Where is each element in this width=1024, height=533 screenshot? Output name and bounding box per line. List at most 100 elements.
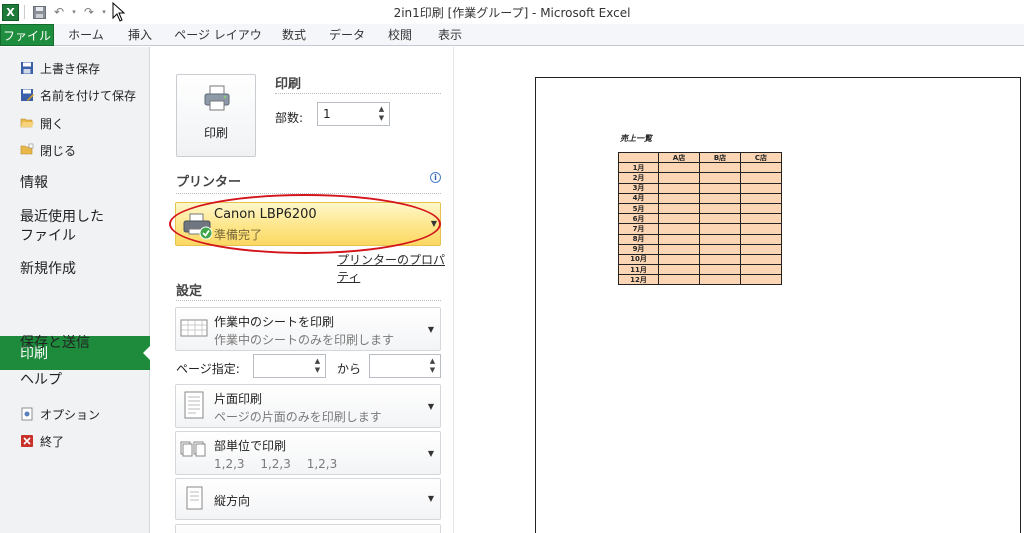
pages-label: ページ指定: <box>176 362 240 376</box>
print-section-title: 印刷 <box>275 77 302 92</box>
table-header-row: A店 B店 C店 <box>618 151 782 164</box>
save-icon <box>21 62 33 74</box>
header-cell: B店 <box>699 151 741 164</box>
table-cell <box>740 182 782 194</box>
nav-exit[interactable]: 終了 <box>20 432 64 450</box>
table-row: 2月 <box>618 172 782 184</box>
table-cell <box>740 253 782 266</box>
portrait-icon <box>186 486 203 510</box>
nav-options[interactable]: オプション <box>20 405 100 423</box>
nav-new[interactable]: 新規作成 <box>20 260 76 279</box>
nav-info[interactable]: 情報 <box>20 174 48 193</box>
print-sides-dropdown[interactable]: 片面印刷 ページの片面のみを印刷します ▼ <box>175 384 441 428</box>
table-cell <box>658 223 700 235</box>
nav-recent[interactable]: 最近使用した ファイル <box>20 208 104 246</box>
table-cell <box>699 274 741 286</box>
chevron-down-icon: ▼ <box>427 325 434 334</box>
table-cell <box>699 253 741 266</box>
print-settings-panel: 印刷 印刷 部数: 1 ▲ ▼ プリンター i Canon LBP6200 準備完… <box>151 47 454 533</box>
table-row: 5月 <box>618 202 782 215</box>
paper-size-dropdown[interactable] <box>175 524 441 533</box>
header-cell: A店 <box>658 151 700 164</box>
single-sided-icon <box>184 391 204 419</box>
backstage-nav: 上書き保存 名前を付けて保存 開く 閉じる 情報 最近使用した ファイル 新規作… <box>0 47 151 533</box>
month-cell: 7月 <box>618 223 659 235</box>
collate-dropdown[interactable]: 部単位で印刷 1,2,3 1,2,3 1,2,3 ▼ <box>175 431 441 475</box>
header-cell: C店 <box>740 151 782 164</box>
month-cell: 5月 <box>618 202 659 215</box>
table-cell <box>658 192 700 204</box>
tab-formulas[interactable]: 数式 <box>274 24 314 46</box>
nav-options-label: オプション <box>40 407 101 422</box>
table-row: 10月 <box>618 253 782 266</box>
annotation-ellipse <box>169 194 441 254</box>
tab-home[interactable]: ホーム <box>62 24 110 46</box>
table-cell <box>699 172 741 184</box>
copies-stepper[interactable]: 1 ▲ ▼ <box>317 102 390 126</box>
print-button[interactable]: 印刷 <box>176 74 256 157</box>
table-cell <box>740 223 782 235</box>
stepper-arrows-icon[interactable]: ▲ ▼ <box>427 357 438 375</box>
tab-page-layout[interactable]: ページ レイアウト <box>170 24 266 64</box>
tab-review[interactable]: 校閲 <box>380 24 420 46</box>
print-button-label: 印刷 <box>203 126 228 140</box>
printer-icon <box>204 85 230 111</box>
stepper-arrows-icon[interactable]: ▲ ▼ <box>312 357 323 375</box>
month-cell: 2月 <box>618 172 659 184</box>
sheet-title: 売上一覧 <box>620 134 652 143</box>
nav-exit-label: 終了 <box>40 434 65 449</box>
table-cell <box>699 233 741 245</box>
exit-icon <box>21 435 33 447</box>
nav-save-send[interactable]: 保存と送信 <box>20 334 90 353</box>
month-cell: 10月 <box>618 253 659 266</box>
copies-value: 1 <box>323 107 331 121</box>
table-cell <box>699 162 741 174</box>
table-row: 12月 <box>618 274 782 286</box>
divider <box>275 93 441 94</box>
sheet-grid-icon <box>180 319 208 337</box>
tab-insert[interactable]: 挿入 <box>118 24 162 46</box>
table-cell <box>658 253 700 266</box>
table-cell <box>740 192 782 204</box>
close-folder-icon <box>20 143 34 155</box>
orientation-dropdown[interactable]: 縦方向 ▼ <box>175 478 441 520</box>
selected-arrow-icon <box>143 345 151 361</box>
title-bar: X ↶ ▾ ↷ ▾ 2in1印刷 [作業グループ] - Microsoft Ex… <box>0 0 1024 24</box>
nav-open-label: 開く <box>40 116 65 131</box>
window-title: 2in1印刷 [作業グループ] - Microsoft Excel <box>393 6 631 20</box>
collate-desc: 1,2,3 1,2,3 1,2,3 <box>214 457 338 471</box>
tab-data[interactable]: データ <box>322 24 372 46</box>
month-cell: 6月 <box>618 213 659 225</box>
pages-to-input[interactable]: ▲ ▼ <box>369 354 441 378</box>
nav-save[interactable]: 上書き保存 <box>20 59 100 77</box>
nav-help[interactable]: ヘルプ <box>20 371 62 390</box>
table-cell <box>699 192 741 204</box>
nav-close[interactable]: 閉じる <box>20 141 76 159</box>
tab-view[interactable]: 表示 <box>428 24 472 46</box>
table-cell <box>658 213 700 225</box>
chevron-down-icon: ▼ <box>427 449 434 458</box>
table-row: 4月 <box>618 192 782 204</box>
nav-open[interactable]: 開く <box>20 114 64 132</box>
options-icon <box>21 407 33 421</box>
save-as-icon <box>21 89 34 101</box>
month-cell: 1月 <box>618 162 659 174</box>
pages-from-input[interactable]: ▲ ▼ <box>253 354 326 378</box>
nav-save-label: 上書き保存 <box>40 61 101 76</box>
orientation-title: 縦方向 <box>214 494 251 508</box>
print-scope-dropdown[interactable]: 作業中のシートを印刷 作業中のシートのみを印刷します ▼ <box>175 307 441 351</box>
printer-properties-link[interactable]: プリンターのプロパティ <box>337 251 453 285</box>
table-row: 3月 <box>618 182 782 194</box>
info-icon[interactable]: i <box>430 172 441 183</box>
table-cell <box>740 202 782 215</box>
table-cell <box>740 233 782 245</box>
table-cell <box>658 202 700 215</box>
nav-save-as[interactable]: 名前を付けて保存 <box>20 86 136 104</box>
tab-file[interactable]: ファイル <box>0 24 54 46</box>
month-cell: 4月 <box>618 192 659 204</box>
print-sides-title: 片面印刷 <box>214 392 263 406</box>
table-cell <box>740 264 782 276</box>
table-cell <box>699 182 741 194</box>
stepper-arrows-icon[interactable]: ▲ ▼ <box>376 105 387 123</box>
table-cell <box>740 274 782 286</box>
